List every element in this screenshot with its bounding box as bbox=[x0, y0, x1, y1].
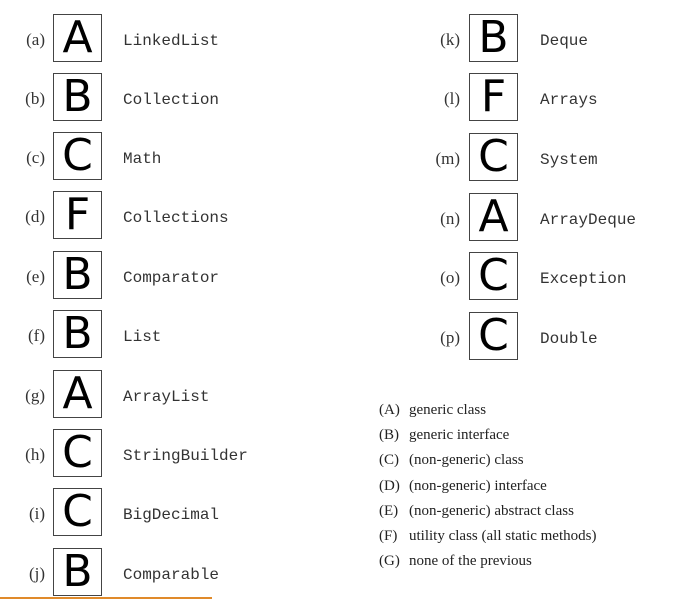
question-label: (o) bbox=[440, 268, 460, 287]
class-name: StringBuilder bbox=[123, 447, 248, 465]
legend-text: (non-generic) class bbox=[409, 452, 524, 469]
question-label: (j) bbox=[28, 564, 45, 583]
class-name: System bbox=[540, 151, 598, 169]
legend-key: (A) bbox=[379, 402, 400, 418]
answer-box[interactable]: B bbox=[53, 73, 102, 121]
question-label: (h) bbox=[25, 445, 45, 464]
legend-key: (F) bbox=[379, 527, 398, 544]
class-name: BigDecimal bbox=[123, 506, 220, 524]
class-name: Exception bbox=[540, 270, 627, 288]
class-name: Comparable bbox=[123, 566, 220, 584]
question-label: (c) bbox=[26, 148, 45, 167]
legend-key: (G) bbox=[379, 553, 400, 570]
legend-item: (D) (non-generic) interface bbox=[379, 476, 596, 501]
legend-key: (E) bbox=[379, 502, 399, 519]
answer-box[interactable]: B bbox=[53, 251, 102, 299]
underline-divider bbox=[0, 597, 212, 599]
legend-text: (non-generic) abstract class bbox=[409, 502, 574, 519]
legend-text: generic interface bbox=[409, 427, 510, 444]
question-label: (a) bbox=[26, 30, 45, 49]
legend-key: (C) bbox=[379, 452, 399, 469]
legend-text: utility class (all static methods) bbox=[409, 527, 597, 544]
answer-box[interactable]: F bbox=[469, 73, 518, 121]
answer-box[interactable]: C bbox=[469, 133, 518, 181]
question-label: (g) bbox=[25, 386, 45, 405]
answer-box[interactable]: C bbox=[53, 429, 102, 477]
class-name: Double bbox=[540, 330, 598, 348]
class-name: List bbox=[123, 328, 162, 346]
legend-item: (F) utility class (all static methods) bbox=[379, 526, 596, 551]
answer-box[interactable]: C bbox=[469, 252, 518, 300]
answer-box[interactable]: A bbox=[469, 193, 518, 241]
legend-text: generic class bbox=[409, 402, 487, 418]
question-label: (b) bbox=[25, 89, 45, 108]
answer-box[interactable]: C bbox=[53, 488, 102, 536]
answer-box[interactable]: C bbox=[469, 312, 518, 360]
legend-item: (G) none of the previous bbox=[379, 551, 596, 576]
class-name: Arrays bbox=[540, 91, 598, 109]
question-label: (k) bbox=[440, 30, 460, 49]
answer-box[interactable]: A bbox=[53, 14, 102, 62]
question-label: (f) bbox=[28, 326, 45, 345]
question-label: (d) bbox=[25, 207, 45, 226]
question-label: (i) bbox=[28, 504, 45, 523]
class-name: Math bbox=[123, 150, 162, 168]
question-label: (n) bbox=[440, 209, 460, 228]
class-name: Collections bbox=[123, 209, 229, 227]
answer-box[interactable]: B bbox=[53, 548, 102, 596]
answer-box[interactable]: B bbox=[53, 310, 102, 358]
class-name: Deque bbox=[540, 32, 589, 50]
legend-item: (C) (non-generic) class bbox=[379, 450, 596, 475]
answer-box[interactable]: C bbox=[53, 132, 102, 180]
legend: (A) generic class (B) generic interface (C… bbox=[379, 400, 596, 576]
class-name: Comparator bbox=[123, 269, 220, 287]
legend-item: (A) generic class bbox=[379, 400, 596, 425]
legend-key: (B) bbox=[379, 427, 399, 444]
class-name: ArrayDeque bbox=[540, 211, 637, 229]
question-label: (l) bbox=[443, 89, 460, 108]
answer-box[interactable]: B bbox=[469, 14, 518, 62]
question-label: (e) bbox=[26, 267, 45, 286]
legend-item: (B) generic interface bbox=[379, 425, 596, 450]
question-label: (p) bbox=[440, 328, 460, 347]
question-label: (m) bbox=[435, 149, 460, 168]
class-name: LinkedList bbox=[123, 32, 220, 50]
legend-key: (D) bbox=[379, 477, 400, 494]
class-name: Collection bbox=[123, 91, 220, 109]
legend-text: none of the previous bbox=[409, 553, 532, 570]
legend-item: (E) (non-generic) abstract class bbox=[379, 501, 596, 526]
legend-text: (non-generic) interface bbox=[409, 477, 547, 494]
answer-box[interactable]: A bbox=[53, 370, 102, 418]
class-name: ArrayList bbox=[123, 388, 210, 406]
answer-box[interactable]: F bbox=[53, 191, 102, 239]
